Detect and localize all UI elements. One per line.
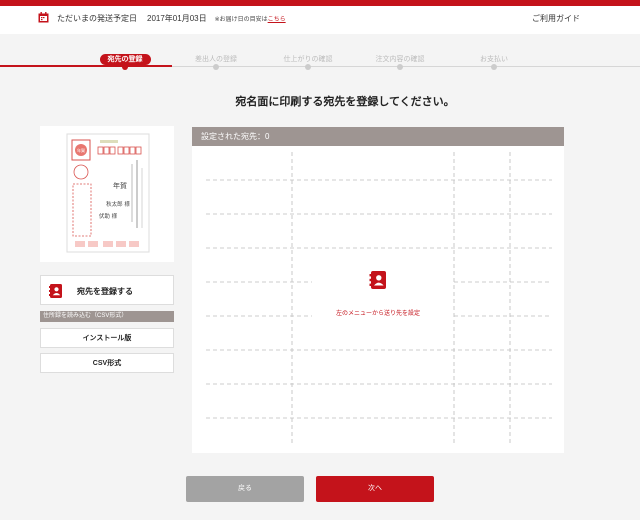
step-indicator: 宛先の登録 差出人の登録 仕上がりの確認 注文内容の確認 お支払い: [0, 40, 640, 70]
step-confirm-order: 注文内容の確認: [360, 48, 440, 70]
register-recipient-button[interactable]: 宛先を登録する: [40, 275, 174, 305]
preview-recipient: 秋太郎 様: [106, 200, 130, 208]
delivery-note: ※お届け日の目安は: [214, 17, 268, 23]
step-dot: [305, 64, 311, 70]
step-dot: [213, 64, 219, 70]
next-button[interactable]: 次へ: [316, 476, 434, 502]
step-dot: [397, 64, 403, 70]
back-button[interactable]: 戻る: [186, 476, 304, 502]
step-register-sender: 差出人の登録: [176, 48, 256, 70]
delivery-note-link[interactable]: こちら: [268, 17, 286, 23]
preview-greeting: 年賀: [113, 181, 127, 190]
address-grid: [206, 152, 552, 446]
csv-format-button[interactable]: CSV形式: [40, 353, 174, 373]
top-bar: ただいまの発送予定日 2017年01月03日 ※お届け日の目安はこちら ご利用ガイド: [0, 0, 640, 34]
csv-import-header: 住所録を読み込む（CSV形式）: [40, 311, 174, 322]
calendar-icon: [38, 12, 49, 23]
shipping-label: ただいまの発送予定日: [57, 14, 137, 23]
postcard-illustration: 年賀 年賀 秋太郎 様 伏助 様: [66, 133, 150, 253]
address-book-icon: [369, 271, 386, 289]
install-version-button[interactable]: インストール版: [40, 328, 174, 348]
step-check-finish: 仕上がりの確認: [268, 48, 348, 70]
step-payment: お支払い: [454, 48, 534, 70]
usage-guide-link[interactable]: ご利用ガイド: [532, 13, 580, 24]
address-book-icon: [49, 284, 62, 298]
shipping-info: ただいまの発送予定日 2017年01月03日 ※お届け日の目安はこちら: [57, 13, 286, 24]
step-dot: [122, 64, 128, 70]
empty-state-message: 左のメニューから送り先を設定: [335, 311, 420, 317]
step-register-recipient: 宛先の登録: [85, 48, 165, 70]
recipient-panel: 設定された宛先：0 左のメニューから送り先を設定: [192, 127, 564, 453]
postcard-preview: 年賀 年賀 秋太郎 様 伏助 様: [40, 126, 174, 262]
shipping-date: 2017年01月03日: [147, 14, 207, 23]
preview-recipient-2: 伏助 様: [99, 212, 118, 220]
step-dot: [491, 64, 497, 70]
svg-text:年賀: 年賀: [77, 147, 85, 153]
recipient-count-header: 設定された宛先：0: [192, 127, 564, 146]
register-recipient-label: 宛先を登録する: [77, 287, 133, 296]
page-title: 宛名面に印刷する宛先を登録してください。: [235, 96, 455, 108]
